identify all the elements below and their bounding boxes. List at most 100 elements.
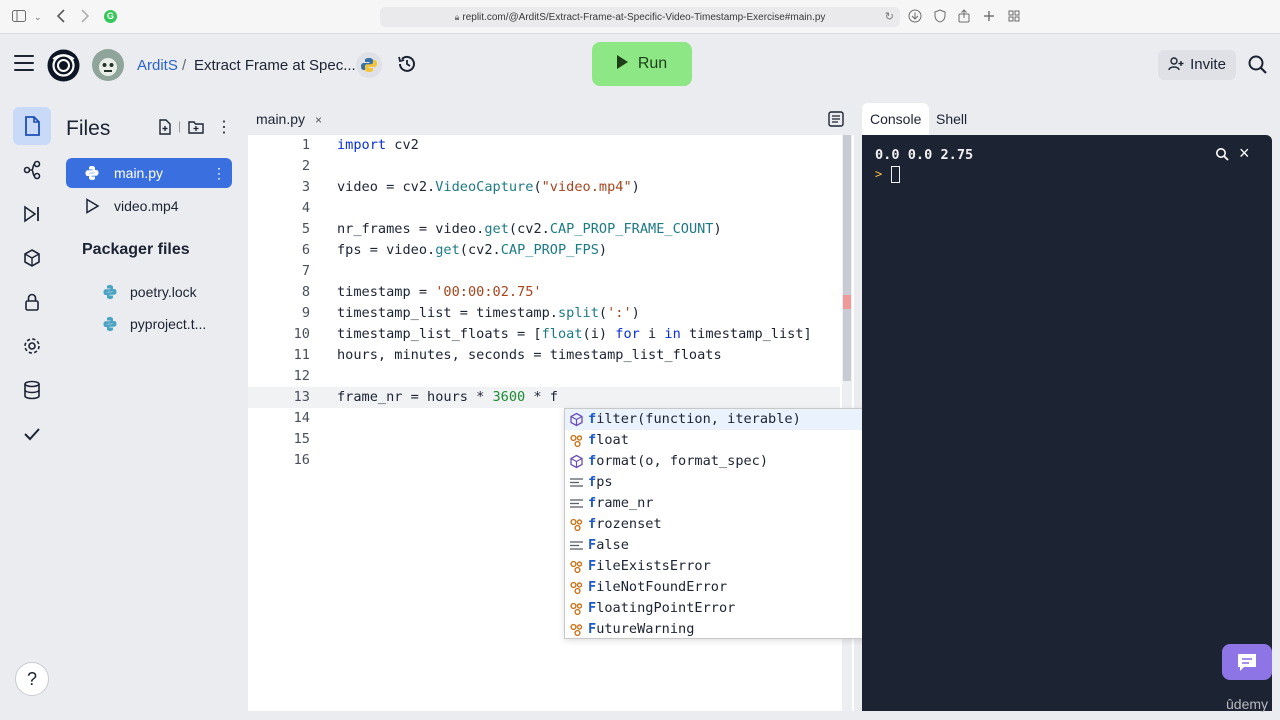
chat-icon [1238,654,1256,671]
packager-files-title: Packager files [82,241,190,258]
sidebar-toggle-icon[interactable] [12,9,26,25]
search-icon[interactable] [1246,53,1270,77]
autocomplete-match: f [588,516,597,532]
udemy-watermark: ûdemy [1226,696,1269,712]
file-name: main.py [114,165,164,181]
code-token: ) [713,221,722,237]
new-file-icon[interactable] [158,119,172,135]
address-bar[interactable]: 🔒︎ replit.com/@ArditS/Extract-Frame-at-Sp… [380,7,900,27]
more-options-icon[interactable]: ⋮ [216,117,232,137]
run-button[interactable]: Run [592,42,692,86]
chevron-down-icon[interactable]: ⌄ [34,9,42,25]
console-cursor [891,166,900,183]
line-number: 7 [301,263,310,279]
code-token: ) [631,179,640,195]
line-number: 5 [301,221,310,237]
autocomplete-rest: utureWarning [596,621,695,637]
new-tab-icon[interactable] [983,9,995,25]
debugger-icon[interactable] [13,195,51,233]
replit-logo[interactable] [47,49,80,82]
code-token: (cv2. [459,242,501,258]
run-label: Run [637,55,668,72]
files-tool-icon[interactable] [13,107,51,145]
line-number: 8 [301,284,310,300]
autocomplete-label: FileExistsError [588,556,711,577]
file-item-main-py[interactable]: main.py ⋮ [66,158,232,188]
scrollbar-thumb[interactable] [843,135,851,381]
gear-icon[interactable] [13,327,51,365]
file-item-pyproject[interactable]: pyproject.t... [82,309,232,339]
code-token: frame_nr = hours * [337,389,493,405]
browser-toolbar: ⌄ G 🔒︎ replit.com/@ArditS/Extract-Frame-a… [0,0,1280,34]
file-name: pyproject.t... [130,316,207,332]
console-panel: Console Shell 0.0 0.0 2.75 > × [862,103,1272,711]
line-number: 13 [293,389,310,405]
code-line: 5 nr_frames = video.get(cv2.CAP_PROP_FRAM… [248,219,840,240]
forward-icon[interactable] [80,9,90,26]
tab-console[interactable]: Console [862,103,930,135]
download-icon[interactable] [908,9,922,26]
class-icon [569,580,584,595]
version-control-icon[interactable] [13,151,51,189]
history-icon[interactable] [396,53,418,75]
tab-overview-icon[interactable] [1008,9,1020,25]
autocomplete-label: frame_nr [588,493,653,514]
console-output-area[interactable]: 0.0 0.0 2.75 > × [862,135,1272,711]
reload-icon[interactable]: ↻ [885,7,894,27]
code-token: for [615,326,640,342]
python-language-icon[interactable] [356,52,382,78]
python-file-icon [103,317,117,331]
database-icon[interactable] [13,371,51,409]
tab-shell[interactable]: Shell [928,103,975,135]
python-file-icon [103,285,117,299]
function-icon [569,454,584,469]
class-icon [569,517,584,532]
autocomplete-label: False [588,535,629,556]
code-line: 6 fps = video.get(cv2.CAP_PROP_FPS) [248,240,840,261]
file-item-video-mp4[interactable]: video.mp4 [66,191,232,221]
extension-icon[interactable]: G [104,10,117,23]
code-token: ) [598,242,608,258]
code-token: (i) [582,326,616,342]
new-folder-icon[interactable] [188,120,204,134]
checkmark-icon[interactable] [13,415,51,453]
autocomplete-rest: ileExistsError [596,558,711,574]
shield-icon[interactable] [934,9,946,26]
autocomplete-rest: ormat(o, format_spec) [596,453,769,469]
invite-button[interactable]: Invite [1158,50,1236,80]
file-item-poetry-lock[interactable]: poetry.lock [82,277,232,307]
more-options-icon[interactable]: ⋮ [212,158,226,188]
variable-icon [569,538,584,553]
tab-main-py[interactable]: main.py × [248,103,331,135]
code-line: 10 timestamp_list_floats = [float(i) for … [248,324,840,345]
avatar[interactable] [92,49,124,81]
help-button[interactable]: ? [15,662,49,696]
autocomplete-rest: loatingPointError [596,600,736,616]
autocomplete-label: frozenset [588,514,662,535]
share-icon[interactable] [958,9,970,26]
autocomplete-rest: rame_nr [596,495,654,511]
packages-icon[interactable] [13,239,51,277]
code-token: 3600 [492,389,526,405]
line-number: 2 [301,158,310,174]
repl-title[interactable]: Extract Frame at Spec... [194,57,356,74]
menu-icon[interactable] [14,55,34,71]
autocomplete-match: f [588,453,597,469]
username-link[interactable]: ArditS [137,57,178,74]
code-line: 9 timestamp_list = timestamp.split(':') [248,303,840,324]
editor-menu-icon[interactable] [828,111,844,127]
back-icon[interactable] [56,9,66,26]
code-line: 8 timestamp = '00:00:02.75' [248,282,840,303]
code-token: cv2 [386,137,419,153]
close-icon[interactable]: × [1239,143,1250,164]
lock-icon[interactable] [13,283,51,321]
search-icon[interactable] [1215,147,1229,161]
close-icon[interactable]: × [315,113,322,127]
code-line: 3 video = cv2.VideoCapture("video.mp4") [248,177,840,198]
chat-button[interactable] [1222,644,1272,680]
autocomplete-match: F [588,621,597,637]
code-token: ( [533,179,542,195]
line-number: 4 [301,200,310,216]
autocomplete-label: FutureWarning [588,619,694,640]
code-token: import [337,137,387,153]
